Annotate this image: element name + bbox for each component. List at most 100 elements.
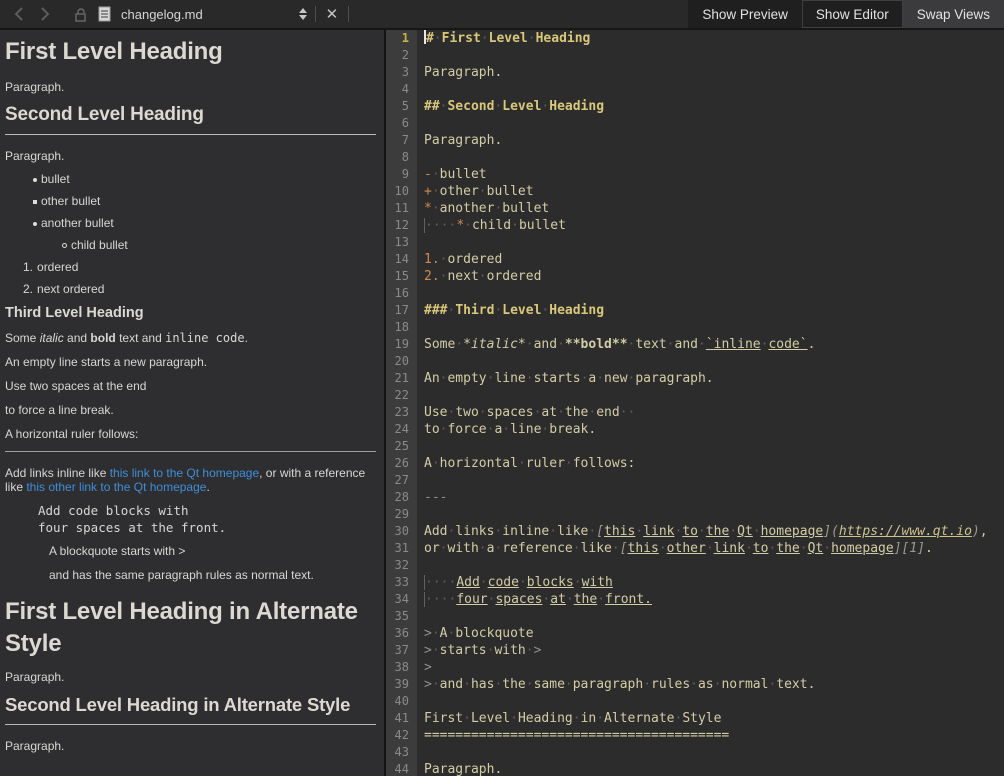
code-line[interactable]: 18 bbox=[386, 319, 1004, 336]
code-line[interactable]: 6 bbox=[386, 115, 1004, 132]
close-document-icon[interactable]: ✕ bbox=[324, 7, 341, 22]
bold-text: bold bbox=[90, 331, 115, 345]
code-line[interactable]: 43 bbox=[386, 744, 1004, 761]
code-line[interactable]: 19Some·*italic*·and·**bold**·text·and·`i… bbox=[386, 336, 1004, 353]
code-line[interactable]: 8 bbox=[386, 149, 1004, 166]
circle-bullet-marker bbox=[62, 243, 67, 248]
whitespace-dot: · bbox=[494, 200, 502, 217]
code-line[interactable]: 12····*·child·bullet bbox=[386, 217, 1004, 234]
code-line[interactable]: 28--- bbox=[386, 489, 1004, 506]
code-line-content: >·and·has·the·same·paragraph·rules·as·no… bbox=[417, 676, 815, 693]
code-line[interactable]: 16 bbox=[386, 285, 1004, 302]
whitespace-dot: · bbox=[481, 30, 489, 47]
syntax-token-m: 2. bbox=[424, 269, 440, 284]
line-number: 12 bbox=[386, 217, 417, 234]
line-number: 17 bbox=[386, 302, 417, 319]
whitespace-dot: · bbox=[706, 540, 714, 557]
markdown-preview-pane[interactable]: First Level Heading Paragraph. Second Le… bbox=[0, 30, 384, 776]
preview-paragraph: An empty line starts a new paragraph. bbox=[5, 355, 376, 369]
code-line[interactable]: 22 bbox=[386, 387, 1004, 404]
code-line-content bbox=[417, 115, 424, 132]
line-number: 24 bbox=[386, 421, 417, 438]
code-line[interactable]: 11*·another·bullet bbox=[386, 200, 1004, 217]
file-selector-spinner-icon[interactable] bbox=[299, 8, 307, 20]
whitespace-dot: · bbox=[729, 523, 737, 540]
qt-homepage-reference-link[interactable]: this other link to the Qt homepage bbox=[26, 480, 206, 494]
code-line[interactable]: 31or·with·a·reference·like·[this·other·l… bbox=[386, 540, 1004, 557]
code-line-content: *·another·bullet bbox=[417, 200, 549, 217]
code-line-content bbox=[417, 693, 424, 710]
inline-code-text: inline code bbox=[165, 331, 244, 345]
code-line[interactable]: 2 bbox=[386, 47, 1004, 64]
code-line[interactable]: 21An·empty·line·starts·a·new·paragraph. bbox=[386, 370, 1004, 387]
code-line[interactable]: 7Paragraph. bbox=[386, 132, 1004, 149]
code-line[interactable]: 9-·bullet bbox=[386, 166, 1004, 183]
syntax-token-t: ·A·blockquote bbox=[432, 626, 534, 641]
code-line-content bbox=[417, 557, 424, 574]
code-line-content: or·with·a·reference·like·[this·other·lin… bbox=[417, 540, 933, 557]
code-line[interactable]: 26A·horizontal·ruler·follows: bbox=[386, 455, 1004, 472]
code-line[interactable]: 4 bbox=[386, 81, 1004, 98]
syntax-token-g: > bbox=[424, 643, 432, 658]
line-number: 41 bbox=[386, 710, 417, 727]
code-line[interactable]: 39>·and·has·the·same·paragraph·rules·as·… bbox=[386, 676, 1004, 693]
syntax-token-t: Paragraph. bbox=[424, 133, 502, 148]
code-line[interactable]: 33····Add·code·blocks·with bbox=[386, 574, 1004, 591]
whitespace-dot: · bbox=[447, 404, 455, 421]
code-line[interactable]: 10+·other·bullet bbox=[386, 183, 1004, 200]
list-item-label: bullet bbox=[41, 173, 70, 186]
code-line[interactable]: 3Paragraph. bbox=[386, 64, 1004, 81]
whitespace-dot: · bbox=[479, 268, 487, 285]
code-line[interactable]: 5##·Second·Level·Heading bbox=[386, 98, 1004, 115]
code-line[interactable]: 44Paragraph. bbox=[386, 761, 1004, 776]
spin-down-icon[interactable] bbox=[299, 15, 307, 20]
code-line[interactable]: 23Use·two·spaces·at·the·end·· bbox=[386, 404, 1004, 421]
line-number: 37 bbox=[386, 642, 417, 659]
unlock-icon[interactable] bbox=[74, 7, 88, 22]
code-line[interactable]: 152.·next·ordered bbox=[386, 268, 1004, 285]
open-file-name[interactable]: changelog.md bbox=[121, 7, 203, 22]
code-line[interactable]: 20 bbox=[386, 353, 1004, 370]
markdown-editor-pane[interactable]: 1#·First·Level·Heading23Paragraph.45##·S… bbox=[386, 30, 1004, 776]
code-line[interactable]: 42======================================… bbox=[386, 727, 1004, 744]
back-icon[interactable] bbox=[8, 3, 30, 25]
syntax-token-br: [ bbox=[620, 541, 628, 556]
show-editor-button[interactable]: Show Editor bbox=[802, 0, 903, 28]
list-item-label: child bullet bbox=[71, 239, 128, 252]
code-line-content: Paragraph. bbox=[417, 761, 502, 776]
line-number: 15 bbox=[386, 268, 417, 285]
code-line[interactable]: 40 bbox=[386, 693, 1004, 710]
preview-blockquote-line: and has the same paragraph rules as norm… bbox=[49, 568, 376, 582]
code-line[interactable]: 25 bbox=[386, 438, 1004, 455]
code-line-content bbox=[417, 353, 424, 370]
qt-homepage-link[interactable]: this link to the Qt homepage bbox=[110, 466, 259, 480]
code-line[interactable]: 41First·Level·Heading·in·Alternate·Style bbox=[386, 710, 1004, 727]
code-line[interactable]: 36>·A·blockquote bbox=[386, 625, 1004, 642]
code-line[interactable]: 38> bbox=[386, 659, 1004, 676]
line-number: 35 bbox=[386, 608, 417, 625]
code-line[interactable]: 27 bbox=[386, 472, 1004, 489]
preview-paragraph: Paragraph. bbox=[5, 670, 376, 684]
show-preview-button[interactable]: Show Preview bbox=[688, 0, 802, 28]
preview-paragraph: Paragraph. bbox=[5, 739, 376, 753]
code-line-content bbox=[417, 744, 424, 761]
spin-up-icon[interactable] bbox=[299, 8, 307, 13]
code-line-content: to·force·a·line·break. bbox=[417, 421, 596, 438]
code-line[interactable]: 37>·starts·with·> bbox=[386, 642, 1004, 659]
code-line[interactable]: 24to·force·a·line·break. bbox=[386, 421, 1004, 438]
preview-h1: First Level Heading bbox=[5, 36, 376, 68]
syntax-token-t: Paragraph. bbox=[424, 762, 502, 776]
code-line[interactable]: 13 bbox=[386, 234, 1004, 251]
forward-icon[interactable] bbox=[34, 3, 56, 25]
code-line[interactable]: 1#·First·Level·Heading bbox=[386, 30, 1004, 47]
whitespace-dot: · bbox=[690, 676, 698, 693]
code-line[interactable]: 32 bbox=[386, 557, 1004, 574]
code-line[interactable]: 141.·ordered bbox=[386, 251, 1004, 268]
code-line[interactable]: 35 bbox=[386, 608, 1004, 625]
swap-views-button[interactable]: Swap Views bbox=[903, 0, 1004, 28]
code-line[interactable]: 17###·Third·Level·Heading bbox=[386, 302, 1004, 319]
code-line[interactable]: 34····four·spaces·at·the·front. bbox=[386, 591, 1004, 608]
code-line[interactable]: 30Add·links·inline·like·[this·link·to·th… bbox=[386, 523, 1004, 540]
code-line[interactable]: 29 bbox=[386, 506, 1004, 523]
whitespace-dot: · bbox=[440, 98, 448, 115]
